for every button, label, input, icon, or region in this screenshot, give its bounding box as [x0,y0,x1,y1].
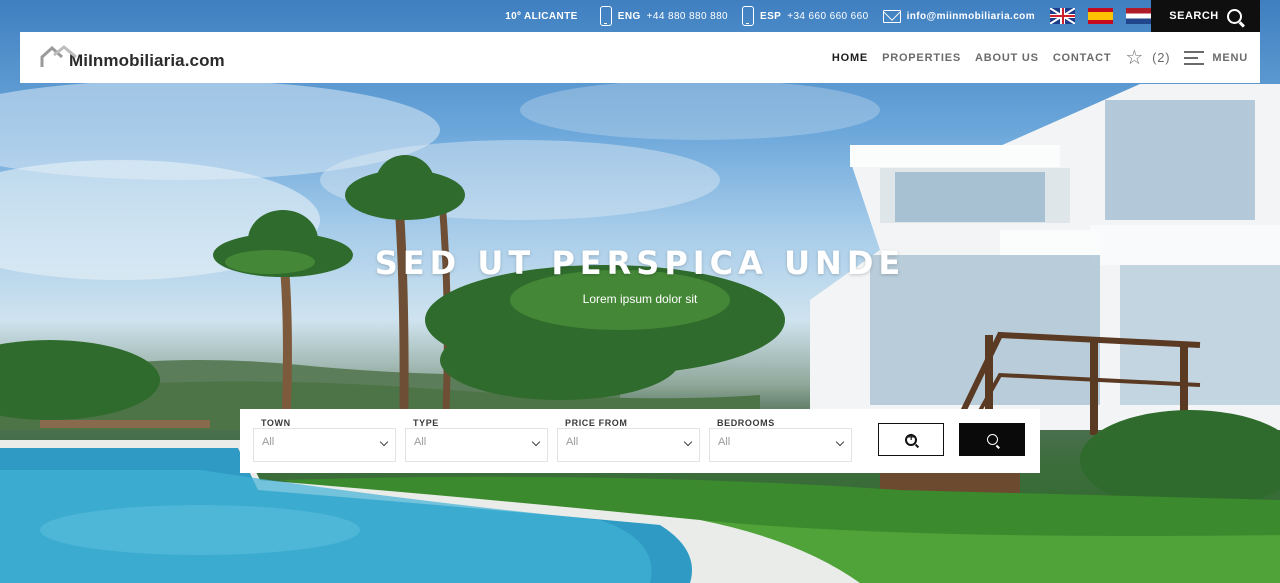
chevron-down-icon [683,437,693,447]
spanish-flag-icon[interactable] [1088,8,1113,24]
phone-esp-number[interactable]: +34 660 660 660 [787,11,868,22]
menu-label: MENU [1212,51,1248,64]
chevron-down-icon [531,437,541,447]
dutch-flag-icon[interactable] [1126,8,1151,24]
top-search-label: SEARCH [1169,10,1219,22]
type-select[interactable]: All [405,428,548,462]
hero-title: SED UT PERSPICA UNDE [374,244,906,282]
price-from-field: PRICE FROM All [557,418,700,462]
favorites-count: (2) [1152,50,1171,65]
phone-eng-number[interactable]: +44 880 880 880 [647,11,728,22]
phone-eng[interactable]: ENG +44 880 880 880 [599,6,728,26]
nav-about-us[interactable]: ABOUT US [975,52,1039,64]
english-flag-icon[interactable] [1050,8,1075,24]
email-link[interactable]: info@miinmobiliaria.com [882,9,1035,23]
search-icon [1226,8,1242,24]
bedrooms-field: BEDROOMS All [709,418,852,462]
nav-contact[interactable]: CONTACT [1053,52,1112,64]
nav-menu: HOME PROPERTIES ABOUT US CONTACT ☆ (2) M… [832,32,1248,83]
top-bar-info: 10º ALICANTE ENG +44 880 880 880 ESP +34… [505,0,1151,32]
price-from-select[interactable]: All [557,428,700,462]
phone-icon [599,6,612,26]
favorites-link[interactable]: ☆ (2) [1125,48,1170,68]
house-logo-icon [40,45,77,67]
zoom-in-icon [905,432,917,446]
phone-eng-lang: ENG [617,10,641,22]
type-field: TYPE All [405,418,548,462]
phone-icon [742,6,754,26]
bedrooms-value: All [718,436,731,448]
star-icon: ☆ [1125,46,1145,69]
phone-esp-lang: ESP [760,10,782,22]
top-search-button[interactable]: SEARCH [1151,0,1260,32]
nav-home[interactable]: HOME [832,52,868,64]
search-submit-button[interactable] [959,423,1025,456]
menu-toggle-button[interactable]: MENU [1184,50,1248,66]
logo-text: MiInmobiliaria.com [69,51,225,70]
price-from-value: All [566,436,579,448]
town-field: TOWN All [253,418,396,462]
chevron-down-icon [379,437,389,447]
language-switcher [1050,8,1151,24]
email-address[interactable]: info@miinmobiliaria.com [907,11,1035,22]
phone-esp[interactable]: ESP +34 660 660 660 [742,6,869,26]
weather-info: 10º ALICANTE [505,11,578,22]
type-value: All [414,436,427,448]
hero-subtitle: Lorem ipsum dolor sit [582,292,698,306]
main-navbar: MiInmobiliaria.com HOME PROPERTIES ABOUT… [20,32,1260,83]
bedrooms-select[interactable]: All [709,428,852,462]
town-value: All [262,436,275,448]
top-bar: 10º ALICANTE ENG +44 880 880 880 ESP +34… [0,0,1280,32]
advanced-search-button[interactable] [878,423,944,456]
property-search-form: TOWN All TYPE All PRICE FROM All BEDROOM… [240,409,1040,473]
hamburger-icon [1184,50,1205,66]
nav-properties[interactable]: PROPERTIES [882,52,961,64]
site-logo[interactable]: MiInmobiliaria.com [40,45,225,71]
search-icon [986,434,998,445]
town-select[interactable]: All [253,428,396,462]
mail-icon [882,9,901,23]
chevron-down-icon [835,437,845,447]
weather-text: 10º ALICANTE [505,10,578,22]
